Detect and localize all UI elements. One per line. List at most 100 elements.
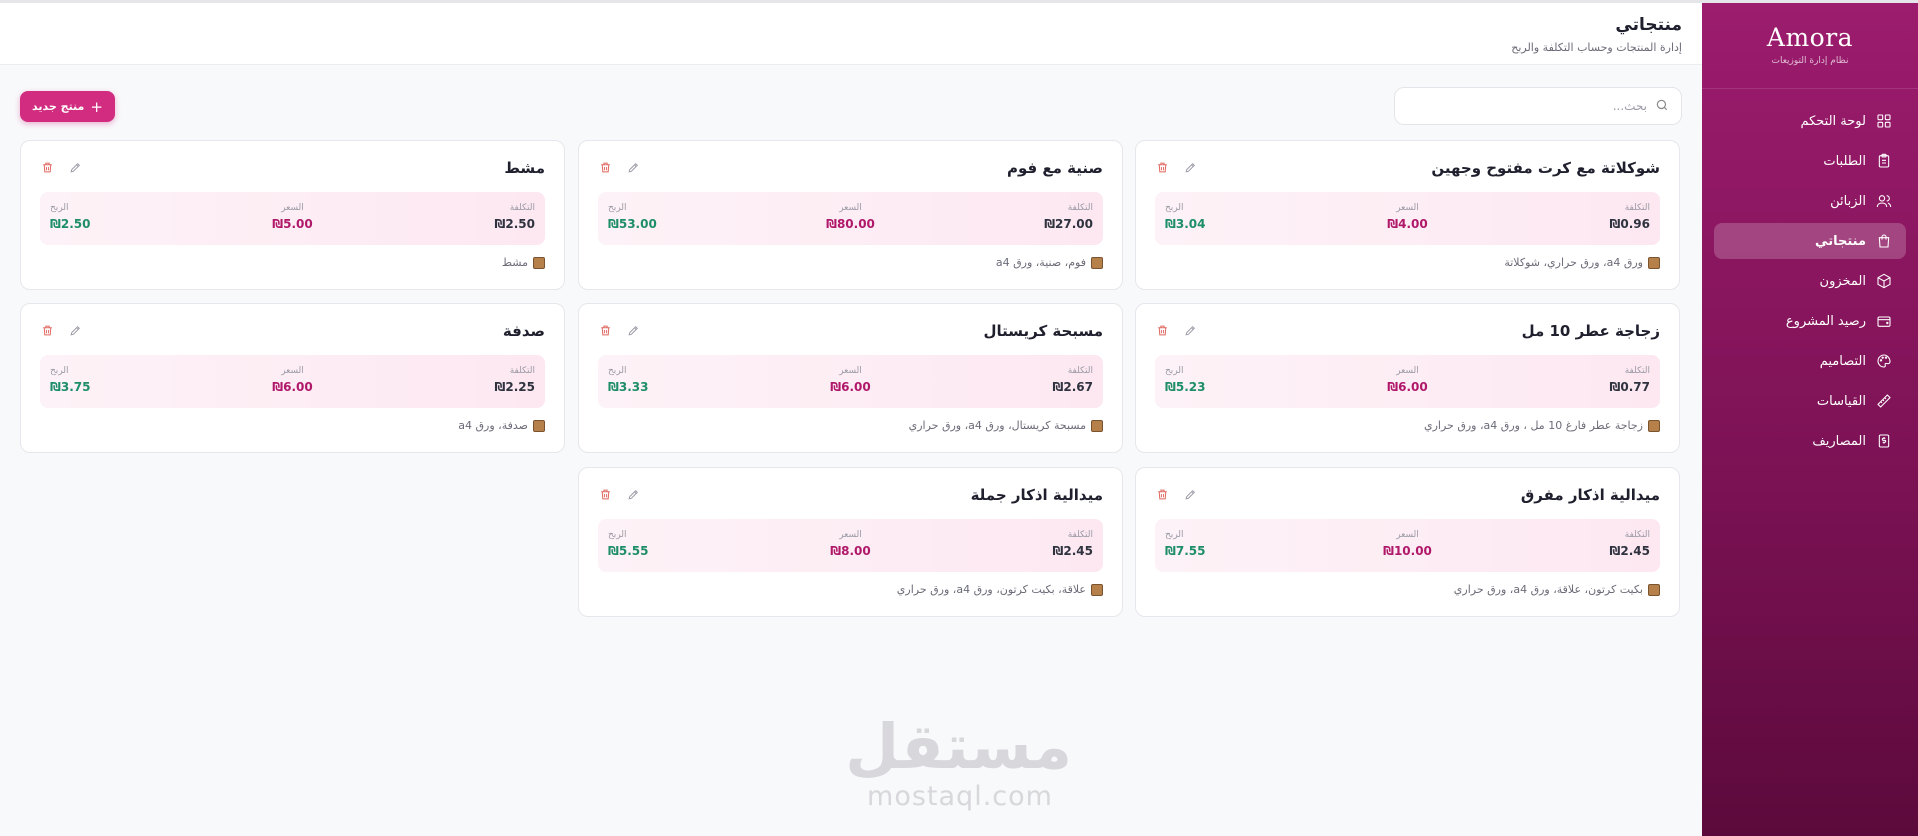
new-product-label: منتج جديد: [32, 100, 85, 113]
clipboard-icon: [1876, 153, 1892, 169]
profit-label: الربح: [1165, 530, 1184, 540]
price-value: ₪8.00: [830, 544, 871, 558]
profit-value: ₪5.23: [1165, 380, 1206, 394]
users-icon: [1876, 193, 1892, 209]
brand-subtitle: نظام إدارة التوزيعات: [1771, 56, 1849, 66]
product-materials: زجاجة عطر فارغ 10 مل ، ورق a4، ورق حراري: [1424, 419, 1660, 432]
product-card: شوكلاتة مع كرت مفتوح وجهين التكلفة ₪0.96 …: [1135, 140, 1680, 290]
edit-icon[interactable]: [1184, 488, 1198, 502]
edit-icon[interactable]: [69, 324, 83, 338]
sidebar-item-customers[interactable]: الزبائن: [1714, 183, 1906, 219]
sidebar-item-inventory[interactable]: المخزون: [1714, 263, 1906, 299]
delete-icon[interactable]: [599, 161, 613, 175]
product-card: مشط التكلفة ₪2.50 السعر ₪5.00 الربح ₪2.50 م…: [20, 140, 565, 290]
materials-text: مشط: [501, 256, 528, 269]
cost-label: التكلفة: [1624, 530, 1650, 540]
edit-icon[interactable]: [69, 161, 83, 175]
materials-text: صدفة، ورق a4: [458, 419, 528, 432]
box-icon: [1091, 419, 1103, 432]
sidebar-item-balance[interactable]: رصيد المشروع: [1714, 303, 1906, 339]
product-name: شوكلاتة مع كرت مفتوح وجهين: [1431, 159, 1660, 177]
sidebar-item-label: القياسات: [1816, 393, 1866, 409]
materials-text: بكيت كرتون، علاقة، ورق a4، ورق حراري: [1453, 583, 1643, 596]
delete-icon[interactable]: [1156, 488, 1170, 502]
box-icon: [533, 419, 545, 432]
receipt-icon: [1876, 433, 1892, 449]
page-title: منتجاتي: [1615, 15, 1682, 35]
product-card: صنية مع فوم التكلفة ₪27.00 السعر ₪80.00 ال…: [578, 140, 1123, 290]
edit-icon[interactable]: [1184, 161, 1198, 175]
sidebar-item-label: التصاميم: [1819, 353, 1866, 369]
sidebar-item-orders[interactable]: الطلبات: [1714, 143, 1906, 179]
price-label: السعر: [281, 203, 304, 213]
cost-label: التكلفة: [1067, 366, 1093, 376]
cost-value: ₪2.25: [494, 380, 535, 394]
sidebar-item-products[interactable]: منتجاتي: [1714, 223, 1906, 259]
dashboard-icon: [1876, 113, 1892, 129]
cost-label: التكلفة: [1067, 530, 1093, 540]
profit-value: ₪2.50: [50, 217, 91, 231]
product-card: مسبحة كريستال التكلفة ₪2.67 السعر ₪6.00 ال…: [578, 303, 1123, 453]
new-product-button[interactable]: + منتج جديد: [20, 91, 115, 122]
search-input[interactable]: [1407, 99, 1647, 113]
price-value: ₪10.00: [1383, 544, 1432, 558]
price-label: السعر: [839, 203, 862, 213]
sidebar-nav: لوحة التحكم الطلبات الزبائن منتجاتي المخ…: [1702, 89, 1918, 459]
product-stats: التكلفة ₪2.67 السعر ₪6.00 الربح ₪3.33: [598, 355, 1103, 408]
palette-icon: [1876, 353, 1892, 369]
cost-value: ₪0.96: [1609, 217, 1650, 231]
materials-text: فوم، صنية، ورق a4: [995, 256, 1086, 269]
edit-icon[interactable]: [627, 161, 641, 175]
sidebar-item-measurements[interactable]: القياسات: [1714, 383, 1906, 419]
brand-name: Amora: [1766, 23, 1854, 52]
sidebar-item-expenses[interactable]: المصاريف: [1714, 423, 1906, 459]
profit-label: الربح: [1165, 366, 1184, 376]
price-value: ₪6.00: [272, 380, 313, 394]
sidebar-item-dashboard[interactable]: لوحة التحكم: [1714, 103, 1906, 139]
cost-value: ₪2.45: [1609, 544, 1650, 558]
edit-icon[interactable]: [1184, 324, 1198, 338]
profit-value: ₪5.55: [608, 544, 649, 558]
wallet-icon: [1876, 313, 1892, 329]
price-label: السعر: [281, 366, 304, 376]
sidebar-item-label: الطلبات: [1823, 153, 1866, 169]
profit-value: ₪3.04: [1165, 217, 1206, 231]
delete-icon[interactable]: [599, 488, 613, 502]
sidebar-item-label: الزبائن: [1830, 193, 1866, 209]
product-stats: التكلفة ₪2.45 السعر ₪8.00 الربح ₪5.55: [598, 519, 1103, 572]
product-materials: علاقة، بكيت كرتون، ورق a4، ورق حراري: [897, 583, 1103, 596]
box-icon: [1648, 419, 1660, 432]
product-materials: مشط: [502, 256, 545, 269]
delete-icon[interactable]: [599, 324, 613, 338]
profit-label: الربح: [1165, 203, 1184, 213]
box-icon: [1091, 256, 1103, 269]
product-materials: بكيت كرتون، علاقة، ورق a4، ورق حراري: [1454, 583, 1660, 596]
price-value: ₪80.00: [826, 217, 875, 231]
brand: Amora نظام إدارة التوزيعات: [1702, 3, 1918, 89]
product-card: صدفة التكلفة ₪2.25 السعر ₪6.00 الربح ₪3.75 …: [20, 303, 565, 453]
cost-label: التكلفة: [1624, 203, 1650, 213]
cost-label: التكلفة: [509, 203, 535, 213]
edit-icon[interactable]: [627, 488, 641, 502]
cost-value: ₪27.00: [1044, 217, 1093, 231]
delete-icon[interactable]: [41, 161, 55, 175]
product-name: صدفة: [502, 322, 545, 340]
profit-label: الربح: [608, 530, 627, 540]
page-subtitle: إدارة المنتجات وحساب التكلفة والربح: [1511, 41, 1682, 54]
box-icon: [533, 256, 545, 269]
watermark: مستقل mostaql.com: [845, 712, 1072, 812]
delete-icon[interactable]: [1156, 161, 1170, 175]
delete-icon[interactable]: [41, 324, 55, 338]
delete-icon[interactable]: [1156, 324, 1170, 338]
sidebar-item-designs[interactable]: التصاميم: [1714, 343, 1906, 379]
materials-text: زجاجة عطر فارغ 10 مل ، ورق a4، ورق حراري: [1423, 419, 1643, 432]
product-materials: ورق a4، ورق حراري، شوكلاتة: [1504, 256, 1660, 269]
product-stats: التكلفة ₪2.45 السعر ₪10.00 الربح ₪7.55: [1155, 519, 1660, 572]
edit-icon[interactable]: [627, 324, 641, 338]
product-name: مسبحة كريستال: [983, 322, 1103, 340]
price-value: ₪4.00: [1387, 217, 1428, 231]
search-box[interactable]: [1394, 87, 1682, 125]
sidebar-item-label: المخزون: [1819, 273, 1866, 289]
price-label: السعر: [1396, 530, 1419, 540]
watermark-latin: mostaql.com: [867, 781, 1053, 812]
